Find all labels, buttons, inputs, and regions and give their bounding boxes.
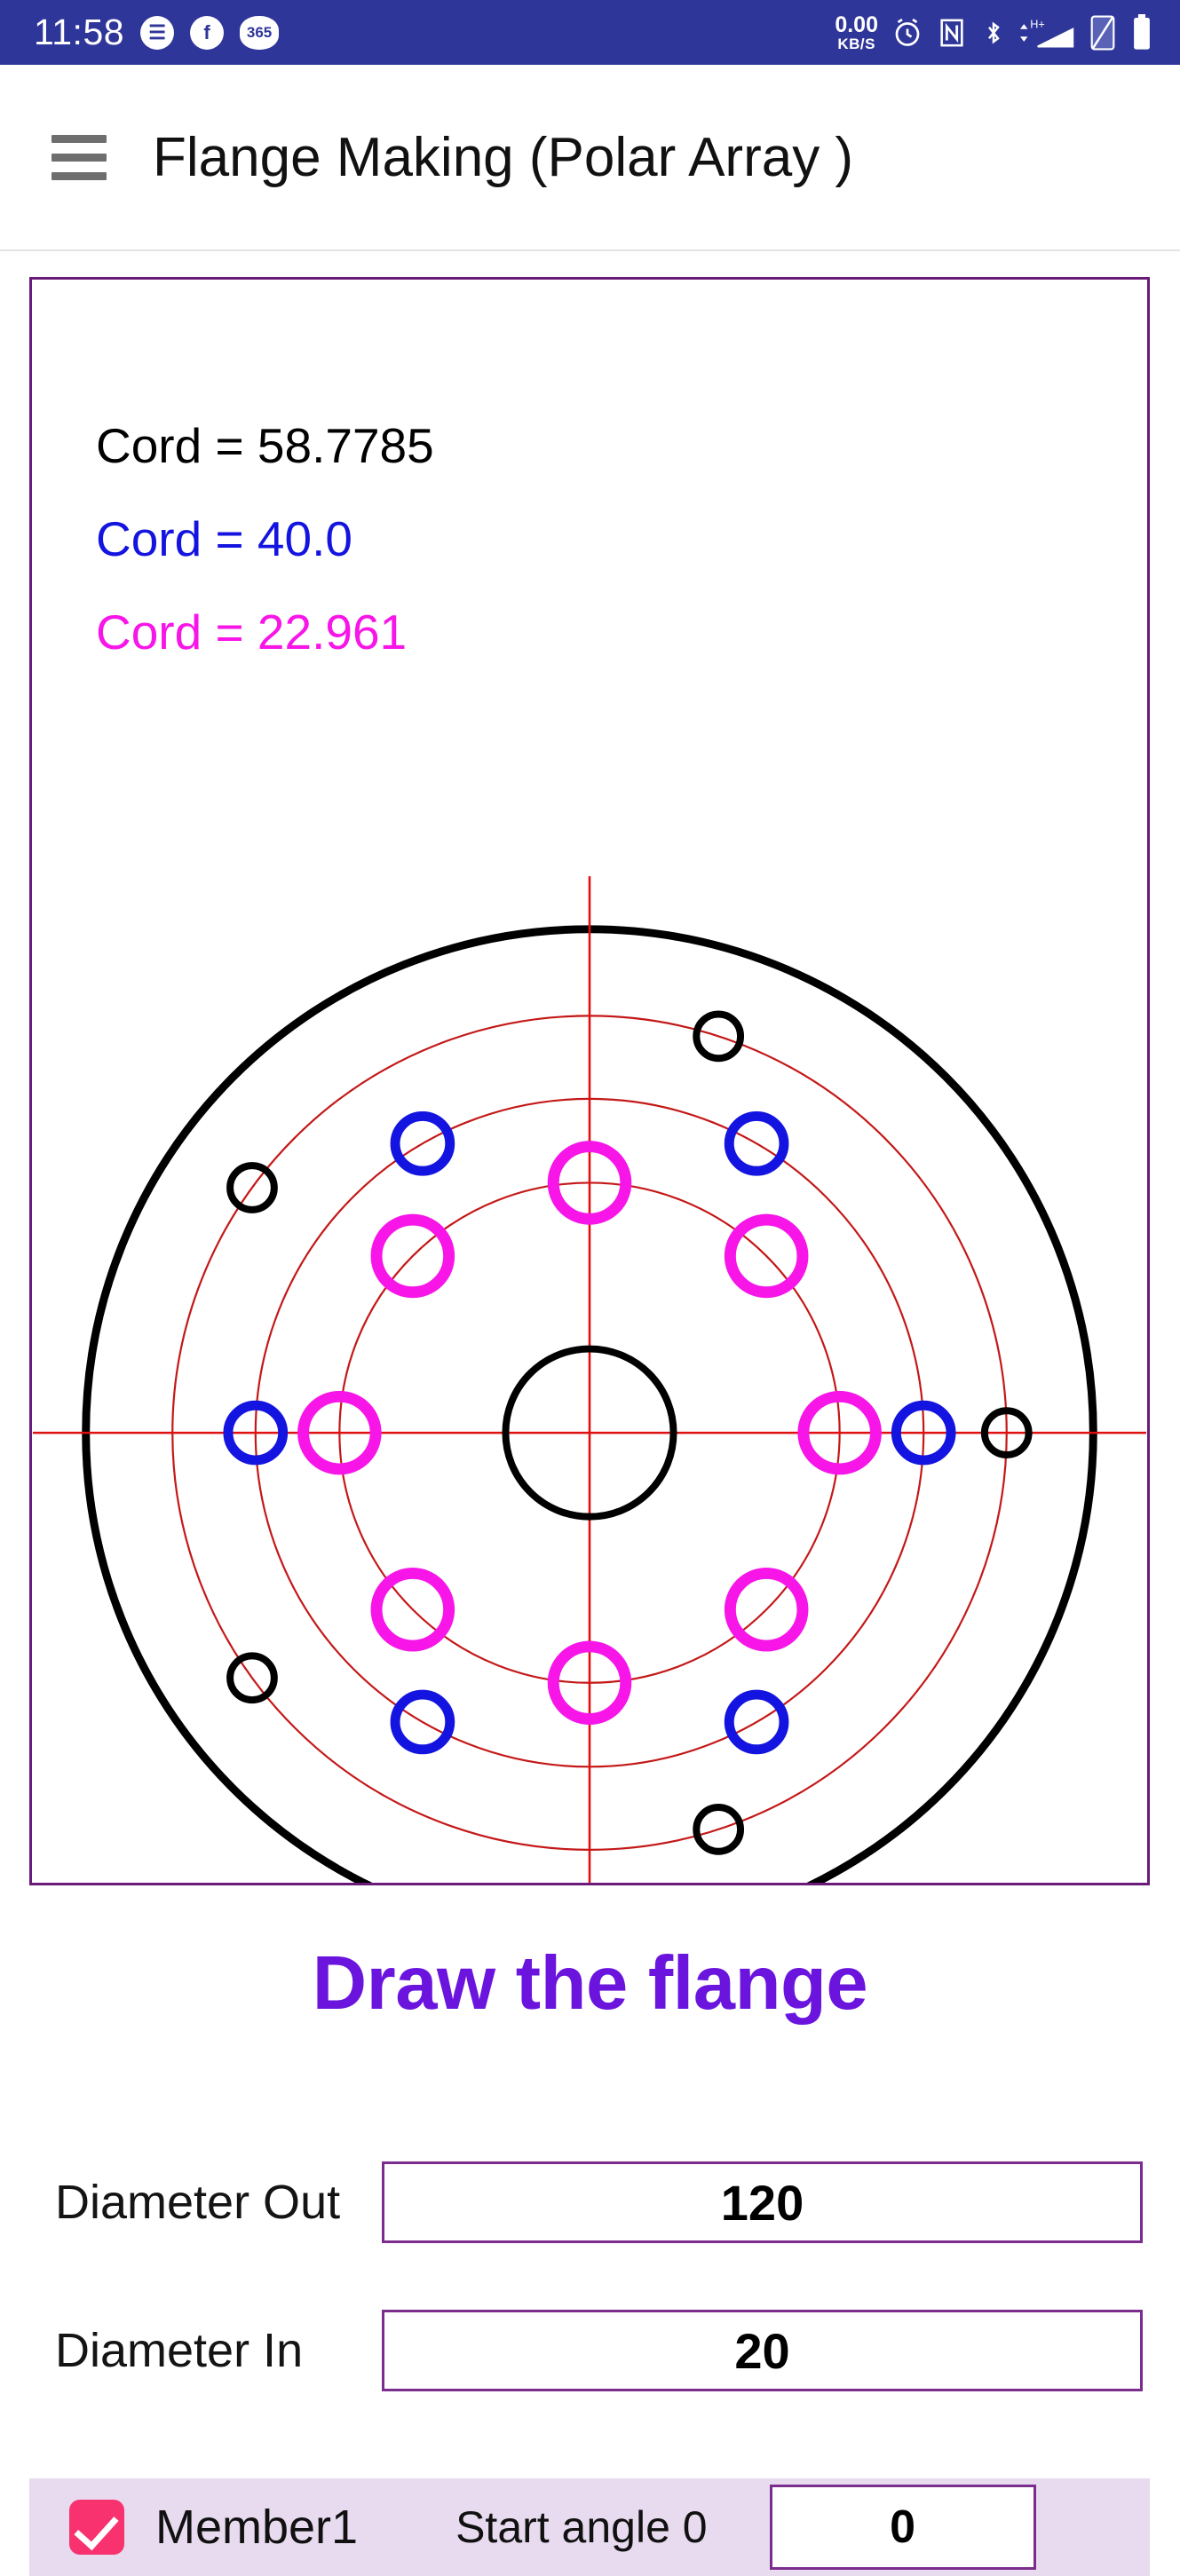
member1-row: Member1 Start angle 0 0: [29, 2478, 1150, 2576]
diameter-out-input[interactable]: 120: [382, 2161, 1143, 2243]
diameter-out-row: Diameter Out 120: [0, 2161, 1180, 2243]
hamburger-bar: [51, 153, 107, 162]
member1-start-angle-label: Start angle 0: [455, 2502, 708, 2552]
status-clock: 11:58: [34, 12, 125, 52]
hamburger-bar: [51, 171, 107, 180]
member1-label: Member1: [155, 2501, 359, 2554]
office365-icon: 365: [240, 15, 280, 50]
hplus-signal-icon: H+: [1020, 16, 1075, 50]
page-title: Flange Making (Polar Array ): [153, 126, 854, 188]
network-speed-value: 0.00: [835, 12, 878, 37]
diameter-in-label: Diameter In: [55, 2324, 304, 2377]
status-bar-left: 11:58 ☰ f 365: [34, 12, 280, 52]
svg-text:H+: H+: [1030, 18, 1045, 30]
draw-the-flange-button[interactable]: Draw the flange: [0, 1940, 1180, 2027]
status-bar-right: 0.00 KB/S H+: [835, 12, 1153, 52]
sim-icon: [1089, 14, 1117, 51]
messenger-icon: ☰: [140, 15, 175, 50]
network-speed-unit: KB/S: [837, 35, 875, 52]
flange-drawing-canvas: Cord = 58.7785 Cord = 40.0 Cord = 22.961: [29, 277, 1150, 1885]
hamburger-bar: [51, 134, 107, 143]
hamburger-menu-icon[interactable]: [51, 134, 107, 180]
member1-checkbox[interactable]: [69, 2500, 124, 2555]
app-title-bar: Flange Making (Polar Array ): [0, 65, 1180, 251]
diameter-in-input[interactable]: 20: [382, 2310, 1143, 2391]
network-speed-indicator: 0.00 KB/S: [835, 12, 878, 52]
facebook-icon: f: [190, 15, 225, 50]
flange-diagram: [32, 876, 1147, 1883]
bluetooth-icon: [980, 16, 1007, 50]
member1-start-angle-input[interactable]: 0: [769, 2485, 1036, 2570]
alarm-icon: [891, 17, 923, 49]
diameter-in-row: Diameter In 20: [0, 2310, 1180, 2391]
status-bar: 11:58 ☰ f 365 0.00 KB/S H+: [0, 0, 1180, 65]
nfc-icon: [937, 17, 967, 49]
diameter-out-label: Diameter Out: [55, 2176, 341, 2229]
battery-icon: [1130, 13, 1153, 51]
